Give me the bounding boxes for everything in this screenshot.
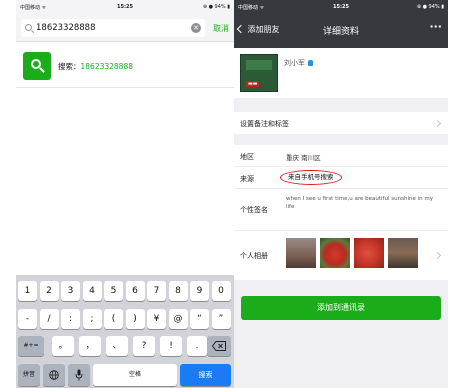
- avatar[interactable]: ▬▬: [240, 54, 278, 92]
- region-row: 地区 重庆 南川区: [234, 145, 448, 167]
- album-label: 个人相册: [240, 252, 268, 260]
- key-2[interactable]: 2: [39, 281, 59, 301]
- results-blank-area: [16, 88, 234, 275]
- signature-row: 个性签名 when I see u first time,u are beaut…: [234, 189, 448, 231]
- key-9[interactable]: 9: [190, 281, 209, 301]
- battery-indicator: ⊕ ● 94% ▮: [202, 4, 230, 10]
- key-hyphen[interactable]: -: [18, 309, 37, 329]
- profile-name-text: 刘小军: [284, 59, 305, 67]
- album-photo-3[interactable]: [354, 238, 384, 268]
- key-close-paren[interactable]: ): [125, 309, 145, 329]
- key-6[interactable]: 6: [125, 281, 145, 301]
- search-query: 18623328888: [36, 23, 96, 33]
- key-at[interactable]: @: [168, 309, 188, 329]
- status-time: 15:25: [117, 4, 133, 10]
- cancel-button[interactable]: 取消: [213, 23, 229, 34]
- profile-screen: 中国移动 ᯤ 15:25 ⊕ ● 94% ▮ 添加朋友 详细资料 ··· ▬▬ …: [234, 0, 448, 388]
- key-semicolon[interactable]: ;: [82, 309, 102, 329]
- add-to-contacts-button[interactable]: 添加到通讯录: [241, 296, 441, 320]
- battery-indicator: ⊕ ● 94% ▮: [416, 4, 444, 10]
- status-bar: 中国移动 ᯤ 15:25 ⊕ ● 94% ▮: [234, 0, 448, 14]
- key-7[interactable]: 7: [147, 281, 166, 301]
- search-result-item[interactable]: 搜索：18623328888: [16, 48, 234, 88]
- info-card: 地区 重庆 南川区 来源 来自手机号搜索 个性签名 when I see u f…: [234, 145, 448, 280]
- chevron-right-icon: [433, 251, 442, 260]
- chevron-right-icon: [433, 119, 442, 128]
- clear-icon[interactable]: ✕: [191, 23, 201, 33]
- key-exclamation[interactable]: !: [160, 336, 182, 356]
- key-colon[interactable]: :: [61, 309, 80, 329]
- key-8[interactable]: 8: [168, 281, 188, 301]
- search-screen: 中国移动 ᯤ 15:25 ⊕ ● 94% ▮ 18623328888 ✕ 取消 …: [16, 0, 234, 388]
- signature-label: 个性签名: [240, 206, 268, 214]
- profile-name: 刘小军: [284, 58, 313, 68]
- avatar-tag-icon: ▬▬: [246, 81, 260, 87]
- search-icon: [25, 24, 32, 31]
- signature-value: when I see u first time,u are beautiful …: [286, 196, 433, 210]
- globe-key[interactable]: [43, 364, 65, 386]
- source-label: 来源: [240, 175, 254, 183]
- key-3[interactable]: 3: [61, 281, 80, 301]
- search-input[interactable]: 18623328888 ✕: [21, 19, 205, 37]
- key-5[interactable]: 5: [104, 281, 123, 301]
- source-value: 来自手机号搜索: [280, 170, 342, 185]
- key-open-paren[interactable]: (: [104, 309, 123, 329]
- more-button[interactable]: ···: [429, 20, 442, 33]
- gender-icon: [308, 60, 313, 66]
- key-1[interactable]: 1: [18, 281, 37, 301]
- pinyin-key[interactable]: 拼音: [18, 364, 40, 386]
- search-bar: 18623328888 ✕ 取消: [16, 14, 234, 42]
- remark-row[interactable]: 设置备注和标签: [234, 112, 448, 134]
- search-key[interactable]: 搜索: [180, 364, 231, 386]
- search-result-label: 搜索：18623328888: [58, 61, 133, 72]
- key-4[interactable]: 4: [82, 281, 102, 301]
- source-row: 来源 来自手机号搜索: [234, 167, 448, 189]
- backspace-icon: [211, 341, 226, 351]
- album-row[interactable]: 个人相册: [234, 231, 448, 280]
- status-bar: 中国移动 ᯤ 15:25 ⊕ ● 94% ▮: [16, 0, 234, 14]
- region-label: 地区: [240, 153, 254, 161]
- key-slash[interactable]: /: [39, 309, 59, 329]
- region-value: 重庆 南川区: [286, 154, 321, 162]
- backspace-key[interactable]: [207, 336, 231, 356]
- key-close-quote[interactable]: ”: [211, 309, 231, 329]
- key-period[interactable]: .: [187, 336, 207, 356]
- key-yen[interactable]: ¥: [147, 309, 166, 329]
- microphone-key[interactable]: [68, 364, 90, 386]
- album-photo-2[interactable]: [320, 238, 350, 268]
- key-comma[interactable]: ，: [79, 336, 101, 356]
- key-full-stop[interactable]: 。: [52, 336, 74, 356]
- key-enumeration-comma[interactable]: 、: [106, 336, 128, 356]
- space-key[interactable]: 空格: [93, 364, 177, 386]
- page-title: 详细资料: [322, 27, 359, 37]
- key-question[interactable]: ?: [133, 336, 155, 356]
- search-result-icon: [23, 52, 51, 80]
- keyboard: 1 2 3 4 5 6 7 8 9 0 - / : ; ( ) ¥ @ “ ” …: [16, 275, 234, 388]
- profile-card: ▬▬ 刘小军: [234, 48, 448, 98]
- album-photo-1[interactable]: [286, 238, 316, 268]
- search-result-number: 18623328888: [80, 62, 134, 71]
- symbols-key[interactable]: #+=: [18, 336, 44, 356]
- globe-icon: [49, 370, 59, 380]
- key-open-quote[interactable]: “: [190, 309, 209, 329]
- search-result-prefix: 搜索：: [58, 62, 81, 71]
- nav-bar: 添加朋友 详细资料 ···: [234, 14, 448, 48]
- microphone-icon: [75, 369, 83, 381]
- album-photo-4[interactable]: [388, 238, 418, 268]
- key-0[interactable]: 0: [211, 281, 231, 301]
- remark-label: 设置备注和标签: [240, 120, 289, 128]
